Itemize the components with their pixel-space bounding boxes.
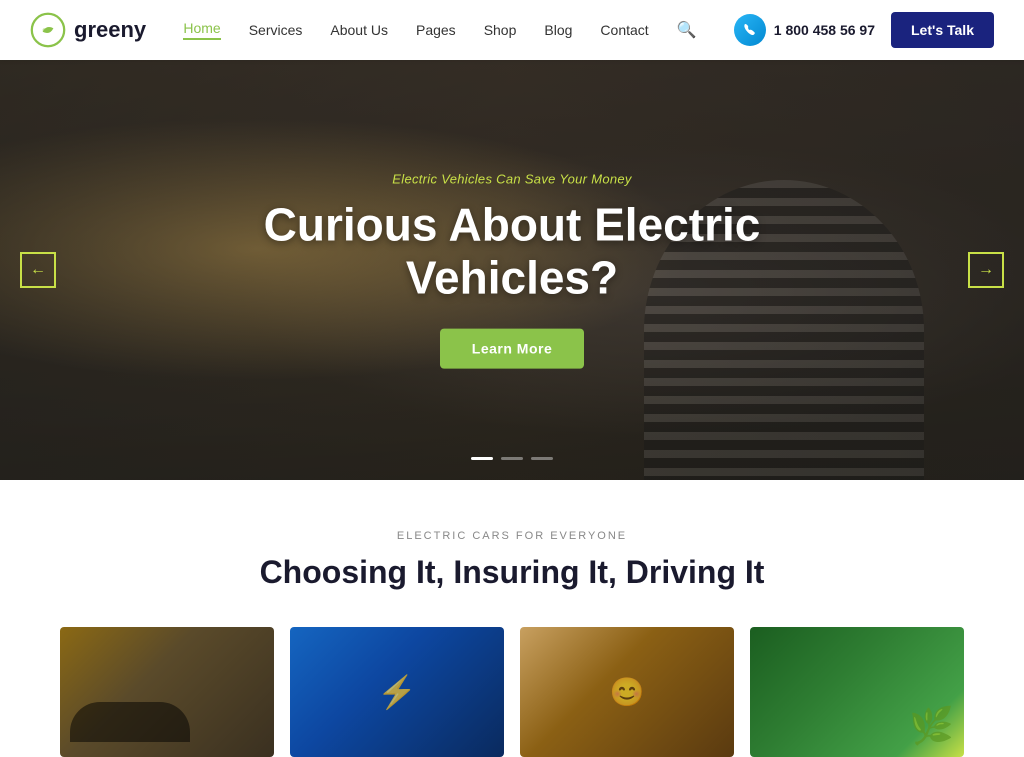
header-right: 1 800 458 56 97 Let's Talk — [734, 12, 994, 48]
hero-learn-more-button[interactable]: Learn More — [440, 328, 584, 368]
nav-blog[interactable]: Blog — [544, 22, 572, 38]
nav-pages[interactable]: Pages — [416, 22, 456, 38]
card-3-inner — [520, 627, 734, 757]
hero-dot-2[interactable] — [501, 457, 523, 460]
nav-about[interactable]: About Us — [330, 22, 388, 38]
hero-content: Electric Vehicles Can Save Your Money Cu… — [262, 172, 762, 369]
card-2-inner — [290, 627, 504, 757]
hero-prev-button[interactable]: ← — [20, 252, 56, 288]
nav-services[interactable]: Services — [249, 22, 303, 38]
section-eyebrow: ELECTRIC CARS FOR EVERYONE — [60, 530, 964, 542]
card-1-inner — [60, 627, 274, 757]
hero-next-button[interactable]: → — [968, 252, 1004, 288]
site-header: greeny Home Services About Us Pages Shop… — [0, 0, 1024, 60]
card-2[interactable] — [290, 627, 504, 757]
hero-subtitle: Electric Vehicles Can Save Your Money — [262, 172, 762, 187]
lets-talk-button[interactable]: Let's Talk — [891, 12, 994, 48]
nav-shop[interactable]: Shop — [484, 22, 517, 38]
phone-number: 1 800 458 56 97 — [774, 22, 875, 38]
hero-title: Curious About Electric Vehicles? — [262, 199, 762, 305]
nav-home[interactable]: Home — [183, 20, 220, 40]
brand-name: greeny — [74, 17, 146, 43]
hero-dots — [471, 457, 553, 460]
cards-row — [60, 627, 964, 757]
hero-section: ← Electric Vehicles Can Save Your Money … — [0, 60, 1024, 480]
section-heading: Choosing It, Insuring It, Driving It — [60, 554, 964, 591]
card-1[interactable] — [60, 627, 274, 757]
phone-icon — [742, 22, 758, 38]
card-4-inner — [750, 627, 964, 757]
card-3[interactable] — [520, 627, 734, 757]
phone-area: 1 800 458 56 97 — [734, 14, 875, 46]
nav-contact[interactable]: Contact — [600, 22, 648, 38]
hero-dot-1[interactable] — [471, 457, 493, 460]
logo-area[interactable]: greeny — [30, 12, 146, 48]
logo-icon — [30, 12, 66, 48]
hero-dot-3[interactable] — [531, 457, 553, 460]
search-icon[interactable]: 🔍 — [677, 20, 697, 40]
card-4[interactable] — [750, 627, 964, 757]
features-section: ELECTRIC CARS FOR EVERYONE Choosing It, … — [0, 480, 1024, 757]
phone-avatar — [734, 14, 766, 46]
main-nav: Home Services About Us Pages Shop Blog C… — [183, 20, 696, 40]
